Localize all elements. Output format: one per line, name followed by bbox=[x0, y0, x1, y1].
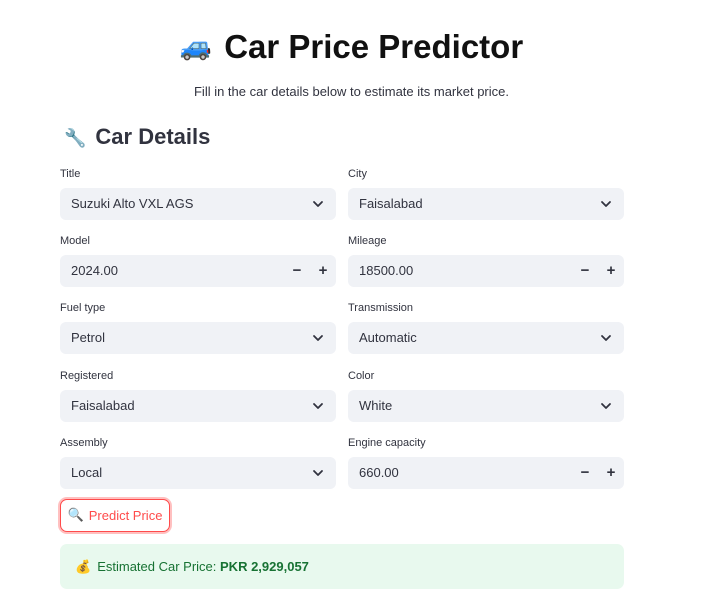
assembly-field: Assembly Local bbox=[60, 435, 336, 489]
transmission-value: Automatic bbox=[359, 330, 417, 345]
mileage-stepper: − + bbox=[572, 255, 624, 287]
chevron-down-icon bbox=[601, 403, 611, 409]
fuel-type-field: Fuel type Petrol bbox=[60, 300, 336, 354]
fuel-type-select[interactable]: Petrol bbox=[60, 322, 336, 354]
estimated-price-label: Estimated Car Price: bbox=[97, 559, 217, 574]
engine-capacity-decrement-button[interactable]: − bbox=[572, 457, 598, 489]
mileage-field: Mileage 18500.00 − + bbox=[348, 233, 624, 287]
city-label: City bbox=[348, 168, 367, 180]
color-field: Color White bbox=[348, 368, 624, 422]
section-heading-text: Car Details bbox=[95, 124, 211, 149]
mileage-number-input[interactable]: 18500.00 − + bbox=[348, 255, 624, 287]
page-subtitle: Fill in the car details below to estimat… bbox=[193, 84, 509, 99]
registered-value: Faisalabad bbox=[71, 398, 135, 413]
title-value: Suzuki Alto VXL AGS bbox=[71, 196, 194, 211]
title-select[interactable]: Suzuki Alto VXL AGS bbox=[60, 188, 336, 220]
registered-field: Registered Faisalabad bbox=[60, 368, 336, 422]
mileage-label: Mileage bbox=[348, 235, 387, 247]
magnifier-icon: 🔍 bbox=[67, 508, 84, 523]
city-select[interactable]: Faisalabad bbox=[348, 188, 624, 220]
color-select[interactable]: White bbox=[348, 390, 624, 422]
engine-capacity-value: 660.00 bbox=[359, 465, 399, 480]
predict-price-button[interactable]: 🔍 Predict Price bbox=[60, 499, 170, 532]
model-value: 2024.00 bbox=[71, 263, 118, 278]
estimated-price-value: PKR 2,929,057 bbox=[220, 559, 309, 574]
money-bag-icon: 💰 bbox=[75, 560, 92, 575]
assembly-select[interactable]: Local bbox=[60, 457, 336, 489]
model-number-input[interactable]: 2024.00 − + bbox=[60, 255, 336, 287]
model-field: Model 2024.00 − + bbox=[60, 233, 336, 287]
color-label: Color bbox=[348, 370, 375, 382]
chevron-down-icon bbox=[313, 403, 323, 409]
city-field: City Faisalabad bbox=[348, 166, 624, 220]
transmission-field: Transmission Automatic bbox=[348, 300, 624, 354]
mileage-value: 18500.00 bbox=[359, 263, 414, 278]
predict-price-label: Predict Price bbox=[88, 508, 163, 523]
chevron-down-icon bbox=[313, 201, 323, 207]
chevron-down-icon bbox=[601, 335, 611, 341]
assembly-label: Assembly bbox=[60, 437, 108, 449]
engine-capacity-field: Engine capacity 660.00 − + bbox=[348, 435, 624, 489]
wrench-icon: 🔧 bbox=[64, 128, 87, 149]
mileage-increment-button[interactable]: + bbox=[598, 255, 624, 287]
section-heading: 🔧 Car Details bbox=[64, 124, 210, 150]
registered-select[interactable]: Faisalabad bbox=[60, 390, 336, 422]
chevron-down-icon bbox=[601, 201, 611, 207]
engine-capacity-number-input[interactable]: 660.00 − + bbox=[348, 457, 624, 489]
chevron-down-icon bbox=[313, 470, 323, 476]
engine-capacity-label: Engine capacity bbox=[348, 437, 426, 449]
app-page: 🚙 Car Price Predictor Fill in the car det… bbox=[0, 0, 703, 609]
page-title: 🚙 Car Price Predictor bbox=[0, 28, 703, 66]
model-label: Model bbox=[60, 235, 90, 247]
page-title-text: Car Price Predictor bbox=[224, 28, 524, 65]
assembly-value: Local bbox=[71, 465, 103, 480]
fuel-type-label: Fuel type bbox=[60, 302, 106, 314]
fuel-type-value: Petrol bbox=[71, 330, 105, 345]
city-value: Faisalabad bbox=[359, 196, 423, 211]
chevron-down-icon bbox=[313, 335, 323, 341]
color-value: White bbox=[359, 398, 393, 413]
estimated-price-alert: 💰 Estimated Car Price: PKR 2,929,057 bbox=[60, 544, 624, 589]
registered-label: Registered bbox=[60, 370, 114, 382]
car-icon: 🚙 bbox=[179, 32, 213, 62]
transmission-select[interactable]: Automatic bbox=[348, 322, 624, 354]
title-label: Title bbox=[60, 168, 81, 180]
title-field: Title Suzuki Alto VXL AGS bbox=[60, 166, 336, 220]
model-decrement-button[interactable]: − bbox=[284, 255, 310, 287]
transmission-label: Transmission bbox=[348, 302, 413, 314]
mileage-decrement-button[interactable]: − bbox=[572, 255, 598, 287]
engine-capacity-stepper: − + bbox=[572, 457, 624, 489]
model-increment-button[interactable]: + bbox=[310, 255, 336, 287]
engine-capacity-increment-button[interactable]: + bbox=[598, 457, 624, 489]
model-stepper: − + bbox=[284, 255, 336, 287]
